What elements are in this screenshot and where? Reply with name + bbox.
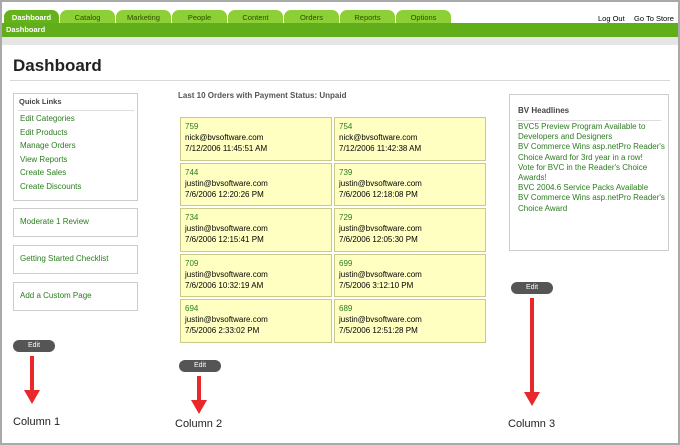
- order-email: justin@bvsoftware.com: [339, 178, 422, 188]
- order-card[interactable]: 694 justin@bvsoftware.com 7/5/2006 2:33:02…: [180, 299, 332, 343]
- page-title: Dashboard: [13, 56, 102, 75]
- getting-started-box: Getting Started Checklist: [13, 245, 138, 274]
- headlines-title: BV Headlines: [518, 106, 570, 115]
- column-2-label: Column 2: [175, 418, 223, 430]
- custom-page-box: Add a Custom Page: [13, 282, 138, 311]
- order-date: 7/6/2006 10:32:19 AM: [185, 280, 264, 290]
- divider: [10, 80, 670, 81]
- getting-started-link[interactable]: Getting Started Checklist: [20, 254, 108, 263]
- order-date: 7/6/2006 12:15:41 PM: [185, 235, 264, 245]
- moderate-review-link[interactable]: Moderate 1 Review: [20, 217, 89, 226]
- headline-link[interactable]: BV Commerce Wins asp.netPro Reader's Cho…: [518, 193, 668, 213]
- order-id[interactable]: 694: [185, 303, 327, 314]
- order-card[interactable]: 754 nick@bvsoftware.com 7/12/2006 11:42:38…: [334, 117, 486, 161]
- order-date: 7/12/2006 11:42:38 AM: [339, 144, 422, 153]
- order-date: 7/6/2006 12:20:26 PM: [185, 189, 264, 199]
- order-card[interactable]: 709 justin@bvsoftware.com 7/6/2006 10:32:1…: [180, 253, 332, 298]
- order-email: nick@bvsoftware.com: [339, 133, 418, 142]
- order-date: 7/5/2006 2:33:02 PM: [185, 326, 260, 336]
- order-email: justin@bvsoftware.com: [339, 224, 422, 234]
- order-date: 7/6/2006 12:18:08 PM: [339, 189, 418, 199]
- quick-link-edit-categories[interactable]: Edit Categories: [20, 114, 75, 123]
- headline-link[interactable]: BVC5 Preview Program Available to Develo…: [518, 122, 668, 142]
- headline-link[interactable]: BVC 2004.6 Service Packs Available: [518, 183, 668, 193]
- headlines-list: BVC5 Preview Program Available to Develo…: [518, 122, 668, 214]
- order-card[interactable]: 759 nick@bvsoftware.com 7/12/2006 11:45:51…: [180, 117, 332, 161]
- sub-navigation-bar: Dashboard: [2, 23, 678, 37]
- order-id[interactable]: 709: [185, 258, 327, 269]
- order-email: justin@bvsoftware.com: [339, 315, 422, 325]
- headline-link[interactable]: Vote for BVC in the Reader's Choice Awar…: [518, 163, 668, 183]
- breadcrumb[interactable]: Dashboard: [6, 25, 45, 34]
- bv-headlines-box: BV Headlines BVC5 Preview Program Availa…: [509, 94, 669, 251]
- arrow-down-icon: [191, 376, 207, 414]
- order-card[interactable]: 729 justin@bvsoftware.com 7/6/2006 12:05:3…: [334, 208, 486, 252]
- order-id[interactable]: 744: [185, 167, 327, 178]
- quick-link-create-sales[interactable]: Create Sales: [20, 168, 66, 177]
- order-id[interactable]: 699: [339, 258, 481, 269]
- order-card[interactable]: 739 justin@bvsoftware.com 7/6/2006 12:18:0…: [334, 162, 486, 207]
- orders-title: Last 10 Orders with Payment Status: Unpa…: [178, 91, 347, 100]
- order-date: 7/5/2006 3:12:10 PM: [339, 280, 414, 290]
- order-card[interactable]: 734 justin@bvsoftware.com 7/6/2006 12:15:4…: [180, 208, 332, 252]
- top-navigation: Dashboard Catalog Marketing People Conte…: [2, 2, 678, 25]
- column-1-label: Column 1: [13, 416, 61, 428]
- order-id[interactable]: 734: [185, 212, 327, 223]
- order-id[interactable]: 689: [339, 303, 481, 314]
- edit-column-2-button[interactable]: Edit: [179, 360, 221, 372]
- quick-link-manage-orders[interactable]: Manage Orders: [20, 141, 76, 150]
- order-date: 7/12/2006 11:45:51 AM: [185, 144, 268, 153]
- order-card[interactable]: 744 justin@bvsoftware.com 7/6/2006 12:20:2…: [180, 162, 332, 207]
- order-id[interactable]: 754: [339, 121, 481, 132]
- order-card[interactable]: 689 justin@bvsoftware.com 7/5/2006 12:51:2…: [334, 299, 486, 343]
- logout-link[interactable]: Log Out: [598, 14, 625, 23]
- edit-column-3-button[interactable]: Edit: [511, 282, 553, 294]
- order-email: justin@bvsoftware.com: [339, 269, 422, 279]
- moderate-review-box: Moderate 1 Review: [13, 208, 138, 237]
- divider: [516, 120, 661, 121]
- goto-store-link[interactable]: Go To Store: [634, 14, 674, 23]
- add-custom-page-link[interactable]: Add a Custom Page: [20, 291, 92, 300]
- arrow-down-icon: [24, 356, 40, 404]
- order-card[interactable]: 699 justin@bvsoftware.com 7/5/2006 3:12:10…: [334, 253, 486, 298]
- order-id[interactable]: 729: [339, 212, 481, 223]
- order-id[interactable]: 739: [339, 167, 481, 178]
- headline-link[interactable]: BV Commerce Wins asp.netPro Reader's Cho…: [518, 142, 668, 162]
- order-date: 7/5/2006 12:51:28 PM: [339, 326, 418, 336]
- column-3-label: Column 3: [508, 418, 556, 430]
- order-email: justin@bvsoftware.com: [185, 224, 268, 234]
- order-email: nick@bvsoftware.com: [185, 133, 264, 142]
- divider: [18, 110, 134, 111]
- quick-links-title: Quick Links: [19, 97, 62, 106]
- toolbar-strip: [2, 37, 678, 45]
- order-date: 7/6/2006 12:05:30 PM: [339, 235, 418, 245]
- edit-column-1-button[interactable]: Edit: [13, 340, 55, 352]
- arrow-down-icon: [524, 298, 540, 406]
- quick-link-edit-products[interactable]: Edit Products: [20, 128, 68, 137]
- quick-link-view-reports[interactable]: View Reports: [20, 155, 67, 164]
- quick-link-create-discounts[interactable]: Create Discounts: [20, 182, 81, 191]
- orders-grid: 759 nick@bvsoftware.com 7/12/2006 11:45:51…: [179, 116, 487, 344]
- order-id[interactable]: 759: [185, 121, 327, 132]
- order-email: justin@bvsoftware.com: [185, 178, 268, 188]
- order-email: justin@bvsoftware.com: [185, 269, 268, 279]
- order-email: justin@bvsoftware.com: [185, 315, 268, 325]
- quick-links-box: Quick Links Edit Categories Edit Product…: [13, 93, 138, 201]
